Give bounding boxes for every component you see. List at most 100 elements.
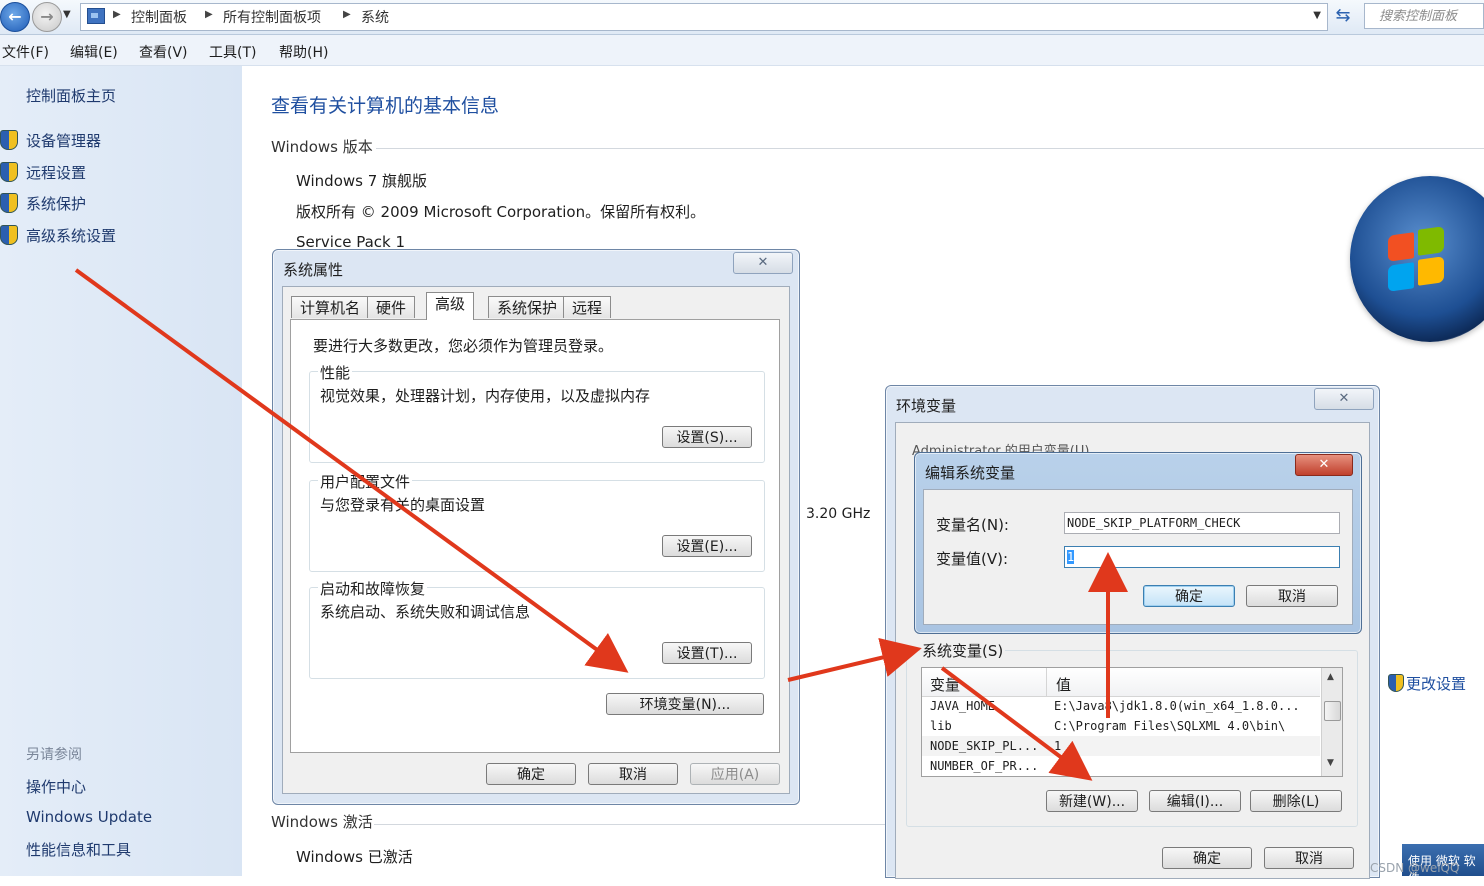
variable-value-input[interactable]: 1 — [1064, 546, 1340, 568]
sidebar-link-performance[interactable]: 性能信息和工具 — [26, 839, 131, 860]
breadcrumb[interactable]: ▶ 控制面板 ▶ 所有控制面板项 ▶ 系统 ▼ — [80, 3, 1328, 31]
column-header-variable[interactable]: 变量 — [930, 674, 960, 695]
new-variable-button[interactable]: 新建(W)... — [1046, 790, 1138, 812]
windows-edition-heading: Windows 版本 — [271, 138, 373, 156]
variable-name-label: 变量名(N): — [936, 516, 1009, 534]
section-divider — [374, 824, 886, 825]
profile-settings-button[interactable]: 设置(E)... — [662, 535, 752, 557]
group-desc: 与您登录有关的桌面设置 — [320, 496, 486, 514]
back-button[interactable]: ← — [0, 2, 30, 32]
scroll-thumb[interactable] — [1324, 701, 1341, 721]
group-title: 用户配置文件 — [318, 471, 413, 492]
table-row[interactable]: NODE_SKIP_PL... 1 — [922, 736, 1320, 756]
scrollbar[interactable]: ▲ ▼ — [1321, 668, 1342, 776]
group-desc: 系统启动、系统失败和调试信息 — [320, 603, 531, 621]
env-ok-button[interactable]: 确定 — [1162, 847, 1252, 869]
cancel-button[interactable]: 取消 — [588, 763, 678, 785]
close-icon[interactable]: ✕ — [1295, 454, 1353, 476]
group-user-profiles: 用户配置文件 与您登录有关的桌面设置 设置(E)... — [309, 471, 765, 572]
menu-view[interactable]: 查看(V) — [139, 42, 188, 62]
dialog-title: 系统属性 — [283, 261, 344, 279]
column-divider — [1046, 668, 1047, 696]
row-value: E:\Java8\jdk1.8.0(win_x64_1.8.0... — [1054, 699, 1300, 713]
menu-help[interactable]: 帮助(H) — [279, 42, 328, 62]
table-row[interactable]: NUMBER_OF_PR... 4 — [922, 756, 1320, 776]
breadcrumb-control-panel[interactable]: 控制面板 — [131, 7, 187, 27]
refresh-icon[interactable]: ⇆ — [1330, 3, 1356, 29]
address-bar: ← → ▼ ▶ 控制面板 ▶ 所有控制面板项 ▶ 系统 ▼ ⇆ 搜索控制面板 — [0, 0, 1484, 35]
system-variables-list[interactable]: 变量 值 JAVA_HOME E:\Java8\jdk1.8.0(win_x64… — [921, 667, 1343, 777]
shield-icon — [0, 162, 18, 182]
close-icon[interactable]: ✕ — [733, 252, 793, 274]
search-input[interactable]: 搜索控制面板 — [1364, 3, 1484, 29]
sidebar-home[interactable]: 控制面板主页 — [26, 85, 116, 106]
edit-variable-button[interactable]: 编辑(I)... — [1149, 790, 1241, 812]
sidebar-item-remote[interactable]: 远程设置 — [26, 162, 86, 183]
table-row[interactable]: lib C:\Program Files\SQLXML 4.0\bin\ — [922, 716, 1320, 736]
menu-tools[interactable]: 工具(T) — [209, 42, 256, 62]
scroll-up-icon[interactable]: ▲ — [1327, 672, 1334, 682]
table-row[interactable]: JAVA_HOME E:\Java8\jdk1.8.0(win_x64_1.8.… — [922, 696, 1320, 716]
list-body: JAVA_HOME E:\Java8\jdk1.8.0(win_x64_1.8.… — [922, 696, 1320, 776]
menu-bar: 文件(F) 编辑(E) 查看(V) 工具(T) 帮助(H) — [0, 35, 1484, 66]
performance-settings-button[interactable]: 设置(S)... — [662, 426, 752, 448]
breadcrumb-separator-icon: ▶ — [343, 9, 351, 20]
row-variable: JAVA_HOME — [930, 699, 996, 713]
menu-file[interactable]: 文件(F) — [2, 42, 49, 62]
ok-button[interactable]: 确定 — [486, 763, 576, 785]
group-title: 启动和故障恢复 — [318, 578, 428, 599]
delete-variable-button[interactable]: 删除(L) — [1250, 790, 1342, 812]
forward-button[interactable]: → — [32, 2, 62, 32]
sidebar-item-protection[interactable]: 系统保护 — [26, 193, 86, 214]
group-performance: 性能 视觉效果，处理器计划，内存使用，以及虚拟内存 设置(S)... — [309, 362, 765, 463]
close-icon[interactable]: ✕ — [1314, 388, 1374, 410]
logo-flag-yellow — [1418, 256, 1444, 286]
sidebar-item-advanced[interactable]: 高级系统设置 — [26, 225, 116, 246]
menu-edit[interactable]: 编辑(E) — [70, 42, 118, 62]
startup-settings-button[interactable]: 设置(T)... — [662, 642, 752, 664]
dialog-title: 环境变量 — [896, 397, 957, 415]
page-title: 查看有关计算机的基本信息 — [271, 95, 500, 117]
tab-remote[interactable]: 远程 — [563, 296, 612, 318]
row-value: 4 — [1054, 759, 1062, 773]
change-settings-link[interactable]: 更改设置 — [1406, 673, 1466, 694]
selected-value-text: 1 — [1067, 550, 1075, 564]
environment-variables-button[interactable]: 环境变量(N)... — [606, 693, 764, 715]
arrow-left-icon: ← — [8, 7, 22, 26]
history-dropdown-icon[interactable]: ▼ — [63, 9, 71, 20]
tab-hardware[interactable]: 硬件 — [367, 296, 416, 318]
row-variable: NODE_SKIP_PL... — [930, 739, 1038, 753]
shield-icon — [0, 130, 18, 150]
sidebar-link-windows-update[interactable]: Windows Update — [26, 808, 152, 826]
group-title: 性能 — [318, 362, 353, 383]
sidebar-link-action-center[interactable]: 操作中心 — [26, 776, 86, 797]
section-divider — [376, 148, 1484, 149]
tab-panel-advanced: 要进行大多数更改，您必须作为管理员登录。 性能 视觉效果，处理器计划，内存使用，… — [290, 319, 780, 753]
scroll-down-icon[interactable]: ▼ — [1327, 758, 1334, 768]
edit-cancel-button[interactable]: 取消 — [1246, 585, 1338, 607]
admin-note: 要进行大多数更改，您必须作为管理员登录。 — [313, 337, 614, 355]
column-header-value[interactable]: 值 — [1056, 674, 1071, 695]
row-variable: NUMBER_OF_PR... — [930, 759, 1038, 773]
shield-icon — [0, 193, 18, 213]
tab-system-protection[interactable]: 系统保护 — [488, 296, 567, 318]
edit-ok-button[interactable]: 确定 — [1143, 585, 1235, 607]
cpu-speed: 3.20 GHz — [806, 506, 871, 522]
list-header — [922, 668, 1320, 697]
breadcrumb-system[interactable]: 系统 — [361, 7, 389, 27]
env-cancel-button[interactable]: 取消 — [1264, 847, 1354, 869]
shield-icon — [1388, 674, 1404, 692]
sidebar-item-device-manager[interactable]: 设备管理器 — [26, 130, 101, 151]
chevron-down-icon[interactable]: ▼ — [1313, 10, 1321, 21]
system-variables-label: 系统变量(S) — [920, 640, 1006, 661]
breadcrumb-separator-icon: ▶ — [113, 9, 121, 20]
variable-value-label: 变量值(V): — [936, 550, 1009, 568]
tab-advanced[interactable]: 高级 — [426, 292, 475, 320]
apply-button[interactable]: 应用(A) — [690, 763, 780, 785]
breadcrumb-all-items[interactable]: 所有控制面板项 — [223, 7, 321, 27]
activation-heading: Windows 激活 — [271, 813, 373, 831]
windows-logo — [1350, 176, 1484, 342]
row-value: 1 — [1054, 739, 1062, 753]
tab-computer-name[interactable]: 计算机名 — [291, 296, 370, 318]
variable-name-input[interactable]: NODE_SKIP_PLATFORM_CHECK — [1064, 512, 1340, 534]
